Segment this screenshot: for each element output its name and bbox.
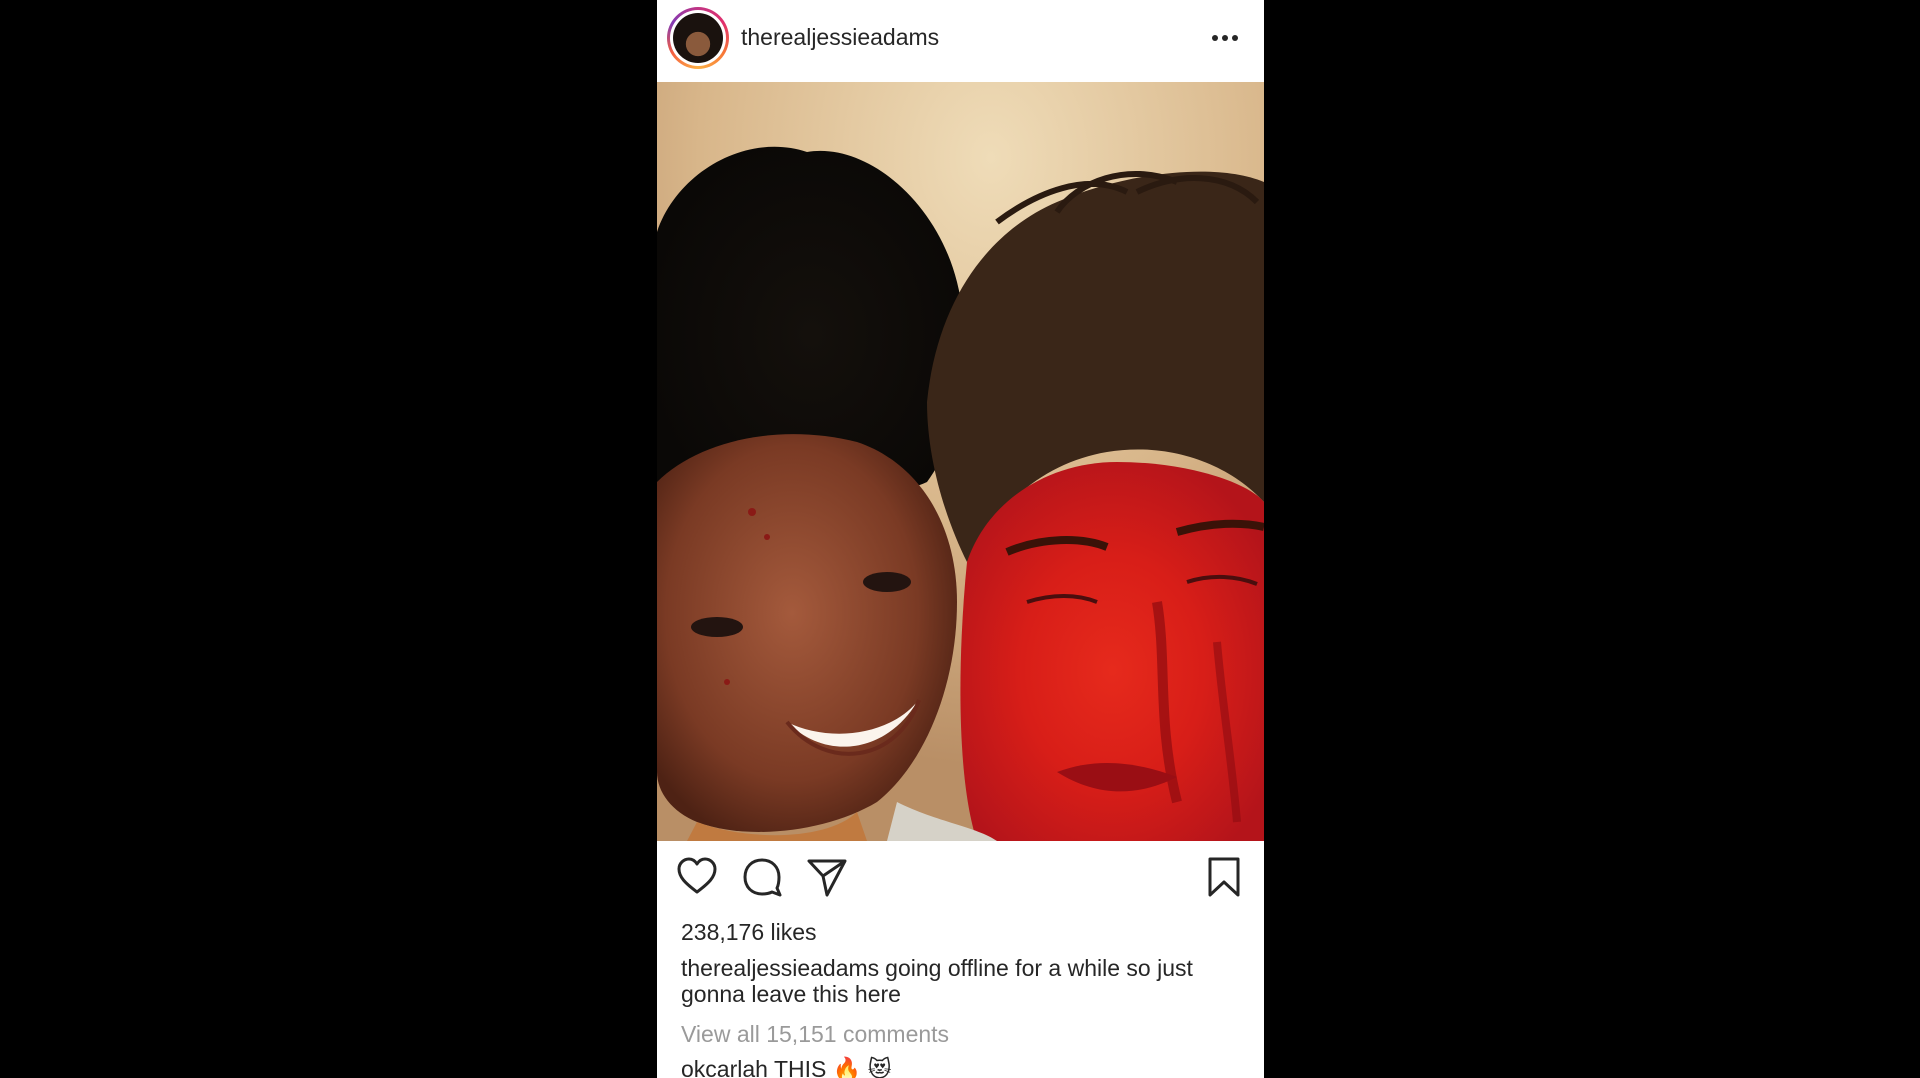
comment-username[interactable]: okcarlah [681, 1056, 768, 1078]
post-caption: therealjessieadams going offline for a wh… [681, 955, 1241, 1007]
more-options-icon[interactable] [1205, 24, 1245, 52]
comment-item: okcarlah THIS 🔥 😻 [681, 1055, 892, 1078]
view-all-comments-link[interactable]: View all 15,151 comments [681, 1020, 949, 1048]
post-photo-image [657, 82, 1264, 841]
comment-text: THIS 🔥 😻 [773, 1056, 892, 1078]
instagram-post: therealjessieadams 238,176 likes thereal… [657, 0, 1264, 1078]
post-header: therealjessieadams [657, 0, 1264, 82]
avatar[interactable] [667, 7, 729, 69]
comment-icon[interactable] [740, 855, 784, 899]
bookmark-icon[interactable] [1202, 855, 1246, 899]
send-icon[interactable] [805, 855, 849, 899]
post-photo[interactable] [657, 82, 1264, 841]
post-actions-bar [657, 841, 1264, 913]
caption-username[interactable]: therealjessieadams [681, 955, 879, 981]
post-username[interactable]: therealjessieadams [741, 22, 939, 52]
heart-icon[interactable] [675, 855, 719, 899]
likes-count[interactable]: 238,176 likes [681, 918, 817, 946]
avatar-photo [673, 13, 723, 63]
